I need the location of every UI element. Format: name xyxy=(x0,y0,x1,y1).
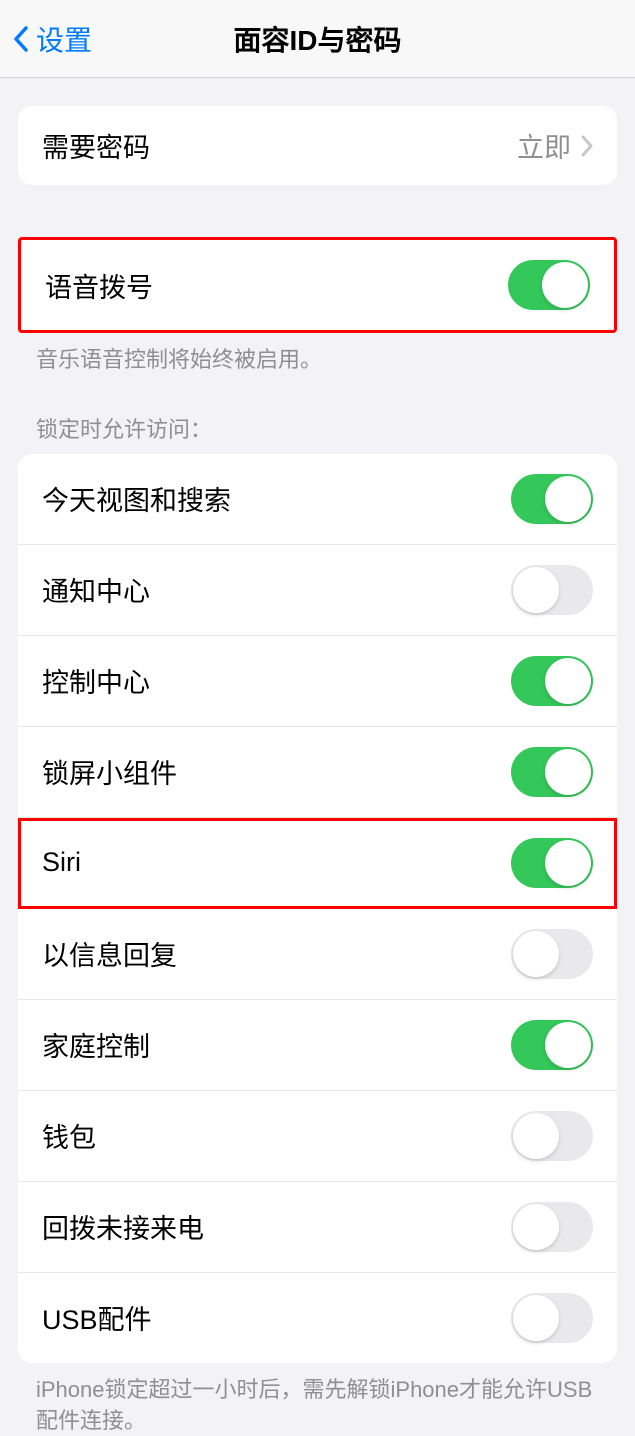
voice-dial-label: 语音拨号 xyxy=(45,266,153,305)
locked-access-row: 回拨未接来电 xyxy=(18,1182,617,1273)
locked-access-toggle[interactable] xyxy=(511,656,593,706)
locked-access-item-label: 以信息回复 xyxy=(42,934,177,973)
locked-access-footer: iPhone锁定超过一小时后，需先解锁iPhone才能允许USB配件连接。 xyxy=(0,1363,635,1436)
back-label: 设置 xyxy=(36,19,92,59)
locked-access-item-label: 钱包 xyxy=(42,1116,96,1155)
locked-access-row: 今天视图和搜索 xyxy=(18,454,617,545)
locked-access-row: 钱包 xyxy=(18,1091,617,1182)
voice-dial-row: 语音拨号 xyxy=(21,240,614,330)
locked-access-toggle[interactable] xyxy=(511,838,593,888)
locked-access-item-label: 家庭控制 xyxy=(42,1025,150,1064)
locked-access-item-label: 回拨未接来电 xyxy=(42,1207,204,1246)
locked-access-row: 通知中心 xyxy=(18,545,617,636)
locked-access-toggle[interactable] xyxy=(511,1202,593,1252)
locked-access-item-label: 控制中心 xyxy=(42,661,150,700)
require-passcode-row[interactable]: 需要密码 立即 xyxy=(18,106,617,185)
locked-access-row: 锁屏小组件 xyxy=(18,727,617,818)
locked-access-item-label: 锁屏小组件 xyxy=(42,752,177,791)
locked-access-item-label: 今天视图和搜索 xyxy=(42,479,231,518)
page-title: 面容ID与密码 xyxy=(233,19,401,59)
locked-access-row: 控制中心 xyxy=(18,636,617,727)
locked-access-row: 以信息回复 xyxy=(18,909,617,1000)
voice-dial-footer: 音乐语音控制将始终被启用。 xyxy=(0,333,635,376)
locked-access-toggle[interactable] xyxy=(511,1020,593,1070)
locked-access-toggle[interactable] xyxy=(511,565,593,615)
back-button[interactable]: 设置 xyxy=(0,19,92,59)
voice-dial-toggle[interactable] xyxy=(508,260,590,310)
locked-access-item-label: USB配件 xyxy=(42,1298,152,1337)
locked-access-header: 锁定时允许访问： xyxy=(0,376,635,454)
require-passcode-label: 需要密码 xyxy=(42,126,150,165)
locked-access-toggle[interactable] xyxy=(511,1293,593,1343)
locked-access-item-label: 通知中心 xyxy=(42,570,150,609)
locked-access-row: Siri xyxy=(18,818,617,909)
chevron-left-icon xyxy=(12,25,30,53)
locked-access-toggle[interactable] xyxy=(511,929,593,979)
locked-access-row: 家庭控制 xyxy=(18,1000,617,1091)
locked-access-toggle[interactable] xyxy=(511,747,593,797)
require-passcode-value: 立即 xyxy=(517,126,571,165)
chevron-right-icon xyxy=(581,135,593,157)
locked-access-row: USB配件 xyxy=(18,1273,617,1363)
locked-access-toggle[interactable] xyxy=(511,1111,593,1161)
locked-access-toggle[interactable] xyxy=(511,474,593,524)
locked-access-item-label: Siri xyxy=(42,847,81,878)
